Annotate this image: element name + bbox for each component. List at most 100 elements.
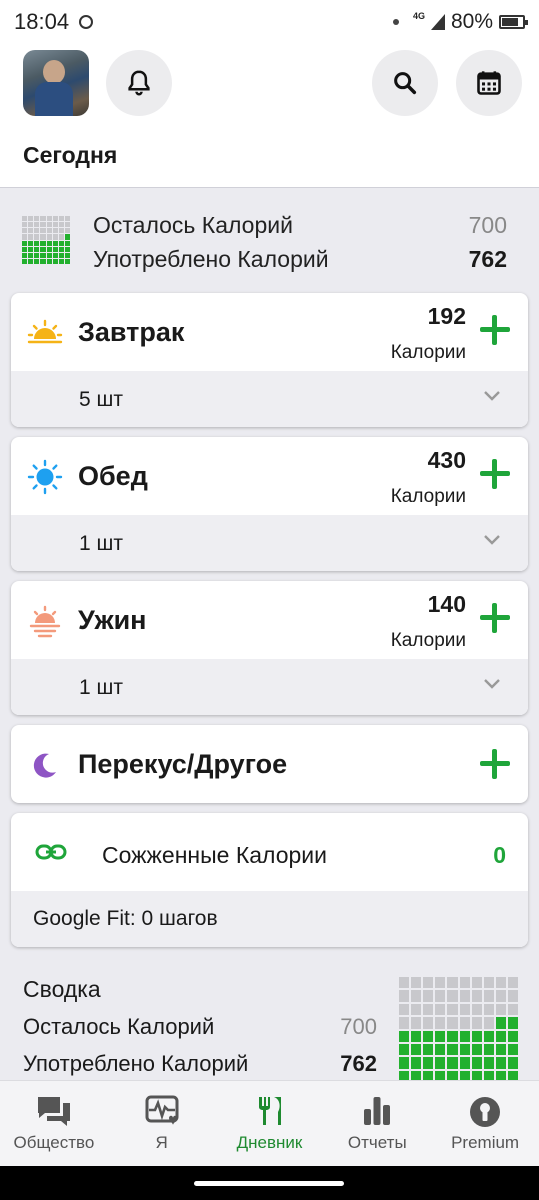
grid-cell [495,1057,506,1069]
grid-cell [22,246,28,252]
add-snack-button[interactable] [480,749,510,779]
grid-cell [64,240,70,246]
grid-cell [483,1003,494,1016]
grid-cell [435,977,446,989]
grid-cell [399,1003,410,1016]
grid-cell [28,240,34,246]
grid-cell [483,990,494,1002]
nav-reports[interactable]: Отчеты [323,1081,431,1166]
notifications-button[interactable] [106,50,172,116]
summary-title: Сводка [23,976,101,1002]
add-lunch-button[interactable] [480,459,510,489]
nav-diary[interactable]: Дневник [216,1081,324,1166]
meal-card-dinner[interactable]: Ужин 140 Калории 1 шт [11,581,528,715]
grid-cell [28,234,34,240]
grid-cell [46,234,52,240]
notification-ring-icon [79,15,94,29]
grid-cell [64,222,70,228]
grid-cell [28,222,34,228]
grid-cell [471,990,482,1002]
grid-cell [447,990,458,1002]
remaining-label: Осталось Калорий [93,212,293,238]
grid-cell [435,1043,446,1056]
meal-item-count: 5 шт [79,388,123,411]
summary-section[interactable]: Сводка Осталось Калорий 700 Употреблено … [0,960,539,1082]
grid-cell [435,1003,446,1016]
grid-cell [411,1003,422,1016]
grid-cell [40,222,46,228]
grid-cell [22,216,28,222]
grid-cell [64,216,70,222]
grid-cell [28,216,34,222]
app-header: Сегодня [0,44,539,188]
grid-cell [399,990,410,1002]
meal-card-breakfast[interactable]: Завтрак 192 Калории 5 шт [11,293,528,427]
grid-cell [399,1017,410,1029]
meal-item-count: 1 шт [79,532,123,555]
grid-cell [495,1043,506,1056]
grid-cell [34,222,40,228]
summary-consumed-value: 762 [340,1051,377,1076]
calorie-summary-top[interactable]: Осталось Калорий 700 Употреблено Калорий… [0,200,539,288]
grid-cell [447,1003,458,1016]
meal-item-count: 1 шт [79,676,123,699]
grid-cell [28,258,34,264]
nav-label: Отчеты [347,1133,407,1152]
grid-cell [471,1003,482,1016]
grid-cell [483,1043,494,1056]
burned-calories-card[interactable]: Сожженные Калории 0 Google Fit: 0 шагов [11,813,528,947]
grid-cell [64,246,70,252]
grid-cell [423,1057,434,1069]
nav-label: Я [155,1133,168,1152]
grid-cell [58,258,64,264]
grid-cell [58,228,64,234]
avatar[interactable] [23,50,89,116]
page-title: Сегодня [23,142,118,168]
nav-premium[interactable]: Premium [431,1081,539,1166]
meal-card-snack[interactable]: Перекус/Другое [11,725,528,803]
grid-cell [22,234,28,240]
keyhole-icon [470,1097,501,1127]
grid-cell [22,240,28,246]
sun-icon [27,459,63,495]
grid-cell [435,1030,446,1042]
nav-community[interactable]: Общество [0,1081,108,1166]
grid-cell [459,1043,470,1056]
grid-cell [471,977,482,989]
meal-card-lunch[interactable]: Обед 430 Калории 1 шт [11,437,528,571]
search-button[interactable] [372,50,438,116]
grid-cell [34,252,40,258]
meal-items-toggle[interactable]: 1 шт [11,515,528,571]
meal-items-toggle[interactable]: 5 шт [11,371,528,427]
meal-items-toggle[interactable]: 1 шт [11,659,528,715]
remaining-value: 700 [468,212,507,238]
meal-name: Завтрак [78,317,185,347]
chevron-down-icon [484,535,500,545]
chevron-down-icon [484,679,500,689]
status-right: 4G 80% [392,10,528,34]
grid-cell [46,246,52,252]
grid-cell [423,1017,434,1029]
bell-icon [128,70,150,96]
add-breakfast-button[interactable] [480,315,510,345]
bar-chart-icon [364,1097,391,1125]
add-dinner-button[interactable] [480,603,510,633]
calorie-progress-grid [399,977,518,1082]
link-icon [35,844,67,860]
grid-cell [411,1030,422,1042]
nav-label: Premium [451,1133,520,1152]
google-fit-row[interactable]: Google Fit: 0 шагов [11,891,528,947]
grid-cell [435,1017,446,1029]
battery-percent: 80% [450,10,493,33]
calorie-grid-icon [22,216,70,264]
calendar-button[interactable] [456,50,522,116]
grid-cell [411,1057,422,1069]
meal-calories: 430 [427,447,466,473]
grid-cell [52,246,58,252]
nav-label: Дневник [236,1133,303,1152]
nav-me[interactable]: Я [108,1081,216,1166]
meal-calories-label: Калории [390,342,466,363]
grid-cell [423,1043,434,1056]
grid-cell [495,977,506,989]
grid-cell [507,1003,518,1016]
